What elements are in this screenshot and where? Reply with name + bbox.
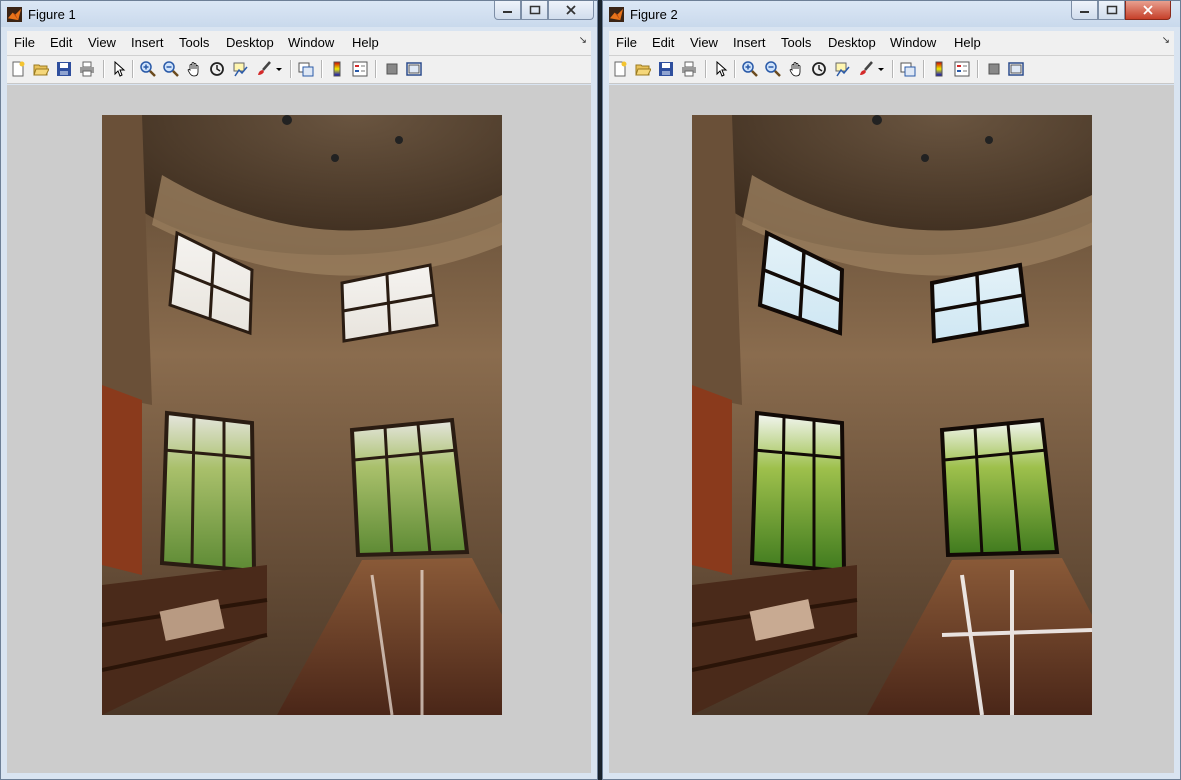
menu-desktop[interactable]: Desktop [226,35,274,50]
menu-edit[interactable]: Edit [50,35,72,50]
show-plot-tools-icon[interactable] [1008,61,1024,77]
menu-overflow-icon[interactable]: ↘ [579,35,587,46]
menu-insert[interactable]: Insert [733,35,766,50]
brush-dropdown-icon[interactable] [275,61,283,77]
maximize-button[interactable] [521,1,548,20]
toolbar-separator [977,60,979,78]
menu-desktop[interactable]: Desktop [828,35,876,50]
legend-icon[interactable] [954,61,970,77]
menu-file[interactable]: File [616,35,637,50]
toolbar-separator [375,60,377,78]
figure-canvas [7,85,591,773]
menu-tools[interactable]: Tools [179,35,209,50]
menu-tools[interactable]: Tools [781,35,811,50]
link-plot-icon[interactable] [298,61,314,77]
brush-dropdown-icon[interactable] [877,61,885,77]
toolbar-separator [734,60,736,78]
close-icon [566,5,576,15]
figure-canvas [609,85,1174,773]
hide-plot-tools-icon[interactable] [384,61,400,77]
print-icon[interactable] [79,61,95,77]
menu-overflow-icon[interactable]: ↘ [1162,35,1170,46]
toolbar-separator [132,60,134,78]
menu-bar: File Edit View Insert Tools Desktop Wind… [609,31,1174,56]
menu-help[interactable]: Help [954,35,981,50]
figure-toolbar [609,56,1174,84]
enhanced-photo-image [692,115,1092,715]
menu-bar: File Edit View Insert Tools Desktop Wind… [7,31,591,56]
menu-help[interactable]: Help [352,35,379,50]
select-arrow-icon[interactable] [111,61,127,77]
close-button[interactable] [548,1,594,20]
colorbar-icon[interactable] [931,61,947,77]
original-photo-image [102,115,502,715]
figure-window-2: Figure 2 File Edit View Insert Tools Des… [602,0,1181,780]
brush-icon[interactable] [256,61,272,77]
restore-icon [529,5,540,15]
figure-toolbar [7,56,591,84]
close-button[interactable] [1125,1,1171,20]
zoom-in-icon[interactable] [742,61,758,77]
menu-view[interactable]: View [88,35,116,50]
zoom-out-icon[interactable] [765,61,781,77]
save-icon[interactable] [56,61,72,77]
window-title: Figure 1 [28,7,76,22]
zoom-in-icon[interactable] [140,61,156,77]
window-title: Figure 2 [630,7,678,22]
minimize-button[interactable] [494,1,521,20]
link-plot-icon[interactable] [900,61,916,77]
close-icon [1143,5,1153,15]
toolbar-separator [290,60,292,78]
toolbar-separator [321,60,323,78]
minimize-icon [1080,11,1089,13]
maximize-button[interactable] [1098,1,1125,20]
title-bar[interactable]: Figure 2 [603,1,1180,27]
show-plot-tools-icon[interactable] [406,61,422,77]
title-bar[interactable]: Figure 1 [1,1,597,27]
save-icon[interactable] [658,61,674,77]
matlab-logo-icon [7,7,22,22]
toolbar-separator [923,60,925,78]
menu-window[interactable]: Window [890,35,936,50]
zoom-out-icon[interactable] [163,61,179,77]
hide-plot-tools-icon[interactable] [986,61,1002,77]
figure-window-1: Figure 1 File Edit View Insert Tools Des… [0,0,598,780]
legend-icon[interactable] [352,61,368,77]
rotate-3d-icon[interactable] [811,61,827,77]
select-arrow-icon[interactable] [713,61,729,77]
menu-window[interactable]: Window [288,35,334,50]
open-file-icon[interactable] [33,61,49,77]
pan-hand-icon[interactable] [186,61,202,77]
toolbar-separator [892,60,894,78]
menu-edit[interactable]: Edit [652,35,674,50]
menu-file[interactable]: File [14,35,35,50]
brush-icon[interactable] [858,61,874,77]
menu-view[interactable]: View [690,35,718,50]
toolbar-separator [705,60,707,78]
rotate-3d-icon[interactable] [209,61,225,77]
open-file-icon[interactable] [635,61,651,77]
matlab-logo-icon [609,7,624,22]
minimize-button[interactable] [1071,1,1098,20]
print-icon[interactable] [681,61,697,77]
colorbar-icon[interactable] [329,61,345,77]
data-cursor-icon[interactable] [232,61,248,77]
minimize-icon [503,11,512,13]
toolbar-separator [103,60,105,78]
new-figure-icon[interactable] [10,61,26,77]
data-cursor-icon[interactable] [834,61,850,77]
menu-insert[interactable]: Insert [131,35,164,50]
pan-hand-icon[interactable] [788,61,804,77]
new-figure-icon[interactable] [612,61,628,77]
restore-icon [1106,5,1117,15]
